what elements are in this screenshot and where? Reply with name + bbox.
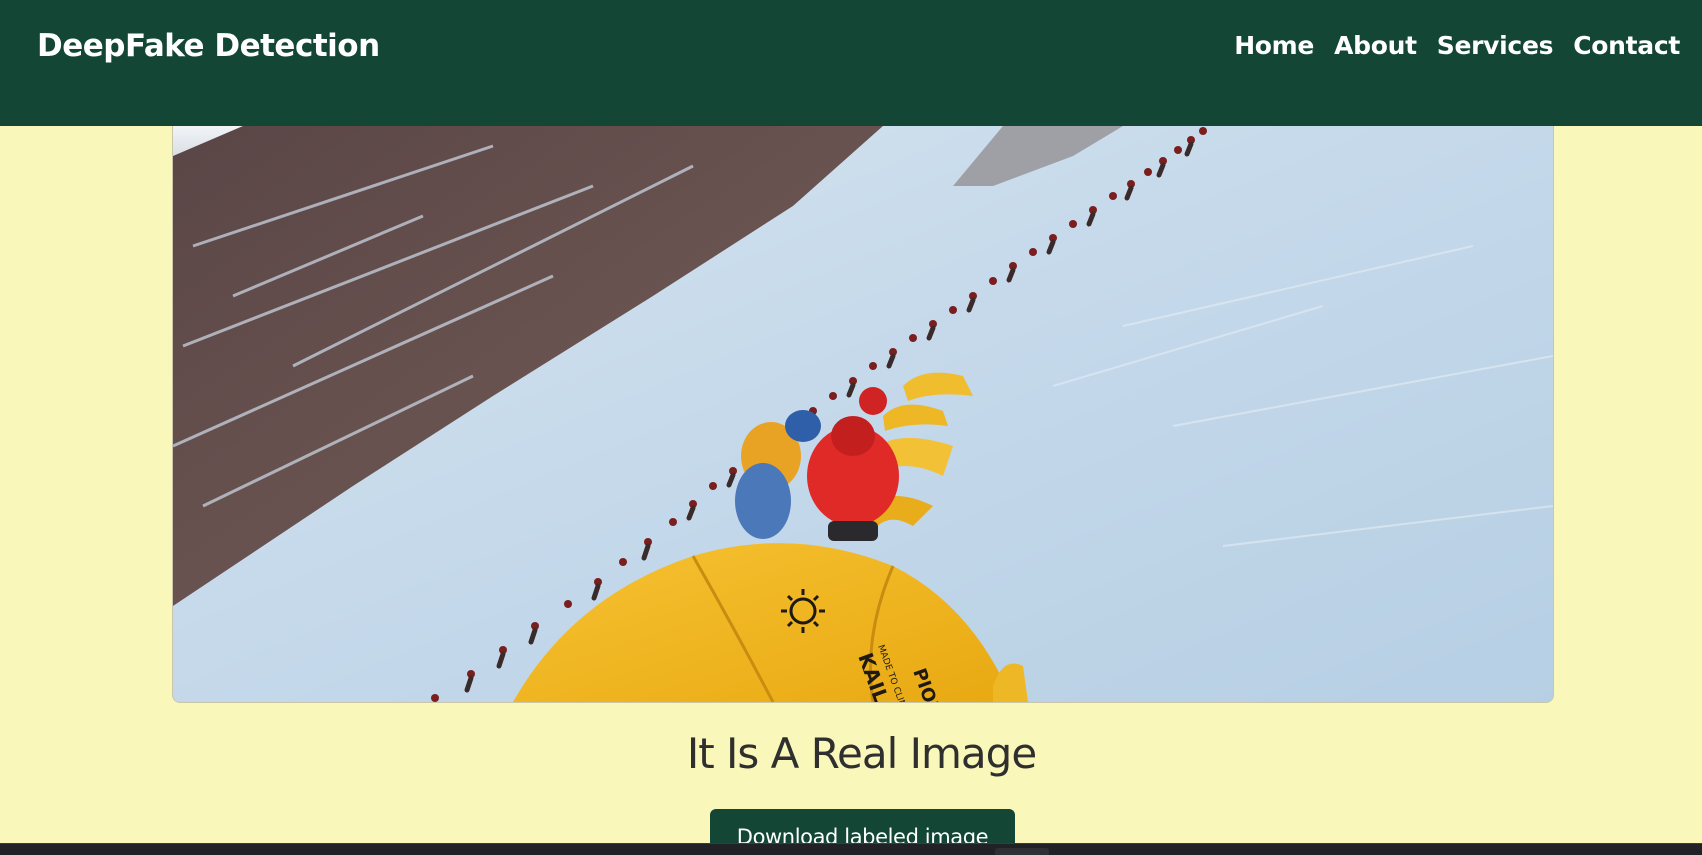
nav-link-contact[interactable]: Contact bbox=[1573, 24, 1680, 68]
nav-links: Home About Services Contact bbox=[1234, 24, 1680, 68]
navbar: DeepFake Detection Home About Services C… bbox=[0, 0, 1702, 126]
nav-link-about[interactable]: About bbox=[1334, 24, 1417, 68]
brand-logo-link[interactable]: DeepFake Detection bbox=[37, 24, 380, 68]
result-title: It Is A Real Image bbox=[686, 729, 1037, 778]
nav-link-services[interactable]: Services bbox=[1437, 24, 1554, 68]
nav-link-home[interactable]: Home bbox=[1234, 24, 1314, 68]
mountain-climbers-photo: KAILAS MADE TO CLIMB PIONEER bbox=[173, 126, 1553, 702]
uploaded-image: KAILAS MADE TO CLIMB PIONEER bbox=[172, 126, 1554, 703]
os-taskbar bbox=[0, 843, 1702, 855]
taskbar-app-item[interactable] bbox=[995, 848, 1049, 855]
